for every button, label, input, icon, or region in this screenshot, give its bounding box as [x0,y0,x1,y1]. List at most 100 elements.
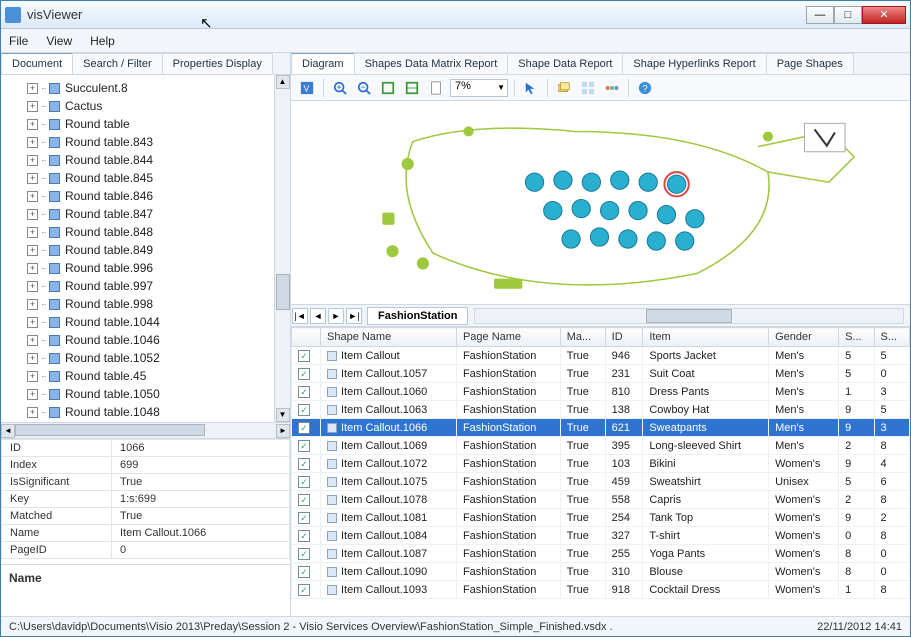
tab-shape-hyperlinks[interactable]: Shape Hyperlinks Report [622,53,766,74]
scroll-up-icon[interactable]: ▲ [276,75,290,89]
menu-view[interactable]: View [46,34,72,48]
expand-icon[interactable]: + [27,137,38,148]
tree-item[interactable]: +Round table.845 [3,169,288,187]
row-checkbox[interactable]: ✓ [298,494,310,506]
row-checkbox[interactable]: ✓ [298,458,310,470]
page-hscroll[interactable] [474,308,904,324]
tree-item[interactable]: +Round table.998 [3,295,288,313]
table-row[interactable]: ✓Item Callout.1087FashionStationTrue255Y… [292,545,910,563]
expand-icon[interactable]: + [27,245,38,256]
tree-item[interactable]: +Round table.844 [3,151,288,169]
palette-icon[interactable] [602,78,622,98]
expand-icon[interactable]: + [27,227,38,238]
row-checkbox[interactable]: ✓ [298,422,310,434]
table-row[interactable]: ✓Item Callout.1066FashionStationTrue621S… [292,419,910,437]
fit-page-icon[interactable] [378,78,398,98]
next-page-button[interactable]: ► [328,308,344,324]
tab-shapes-data-matrix[interactable]: Shapes Data Matrix Report [354,53,509,74]
tree-item[interactable]: +Round table.45 [3,367,288,385]
column-header[interactable]: S... [874,328,909,347]
row-checkbox[interactable]: ✓ [298,512,310,524]
prop-value[interactable]: True [112,474,290,491]
expand-icon[interactable]: + [27,281,38,292]
menu-help[interactable]: Help [90,34,115,48]
table-row[interactable]: ✓Item Callout.1084FashionStationTrue327T… [292,527,910,545]
close-button[interactable]: ✕ [862,6,906,24]
row-checkbox[interactable]: ✓ [298,476,310,488]
tree-item[interactable]: +Round table.1048 [3,403,288,421]
expand-icon[interactable]: + [27,353,38,364]
expand-icon[interactable]: + [27,191,38,202]
row-checkbox[interactable]: ✓ [298,440,310,452]
expand-icon[interactable]: + [27,101,38,112]
prop-value[interactable]: 1066 [112,440,290,457]
expand-icon[interactable]: + [27,119,38,130]
tab-diagram[interactable]: Diagram [291,53,355,74]
tree-item[interactable]: +Round table.997 [3,277,288,295]
table-row[interactable]: ✓Item Callout.1063FashionStationTrue138C… [292,401,910,419]
table-row[interactable]: ✓Item Callout.1069FashionStationTrue395L… [292,437,910,455]
tree-item[interactable]: +Round table.1044 [3,313,288,331]
menu-file[interactable]: File [9,34,28,48]
prop-value[interactable]: 699 [112,457,290,474]
tree-item[interactable]: +Round table.1050 [3,385,288,403]
tree-item[interactable]: +Round table.843 [3,133,288,151]
prop-value[interactable]: Item Callout.1066 [112,525,290,542]
tree-item[interactable]: +Round table.1046 [3,331,288,349]
table-row[interactable]: ✓Item Callout.1057FashionStationTrue231S… [292,365,910,383]
table-row[interactable]: ✓Item Callout.1060FashionStationTrue810D… [292,383,910,401]
zoom-in-icon[interactable] [330,78,350,98]
scroll-right-icon[interactable]: ► [276,424,290,438]
tab-search-filter[interactable]: Search / Filter [72,53,162,74]
expand-icon[interactable]: + [27,317,38,328]
row-checkbox[interactable]: ✓ [298,350,310,362]
page-icon[interactable] [426,78,446,98]
row-checkbox[interactable]: ✓ [298,404,310,416]
expand-icon[interactable]: + [27,407,38,418]
tree-item[interactable]: +Succulent.8 [3,79,288,97]
visio-icon[interactable]: V [297,78,317,98]
table-row[interactable]: ✓Item Callout.1090FashionStationTrue310B… [292,563,910,581]
column-header[interactable]: Page Name [456,328,560,347]
expand-icon[interactable]: + [27,389,38,400]
expand-icon[interactable]: + [27,371,38,382]
scroll-left-icon[interactable]: ◄ [1,424,15,438]
row-checkbox[interactable]: ✓ [298,386,310,398]
tab-properties-display[interactable]: Properties Display [162,53,273,74]
expand-icon[interactable]: + [27,335,38,346]
row-checkbox[interactable]: ✓ [298,584,310,596]
tree-vscroll[interactable]: ▲ ▼ [274,75,290,422]
expand-icon[interactable]: + [27,173,38,184]
table-row[interactable]: ✓Item Callout.1093FashionStationTrue918C… [292,581,910,599]
property-grid[interactable]: ID1066Index699IsSignificantTrueKey1:s:69… [1,438,290,564]
table-row[interactable]: ✓Item Callout.1081FashionStationTrue254T… [292,509,910,527]
help-icon[interactable]: ? [635,78,655,98]
select-icon[interactable] [521,78,541,98]
prop-value[interactable]: 1:s:699 [112,491,290,508]
column-header[interactable]: Ma... [560,328,605,347]
tree-item[interactable]: +Round table [3,115,288,133]
zoom-select[interactable]: 7%▼ [450,79,508,97]
tree-item[interactable]: +Round table.846 [3,187,288,205]
column-header[interactable]: Item [643,328,769,347]
layers-icon[interactable] [554,78,574,98]
diagram-canvas[interactable] [291,101,910,305]
tree-item[interactable]: +Round table.996 [3,259,288,277]
minimize-button[interactable]: — [806,6,834,24]
column-header[interactable]: ID [605,328,643,347]
column-header[interactable]: Gender [769,328,839,347]
zoom-out-icon[interactable] [354,78,374,98]
expand-icon[interactable]: + [27,299,38,310]
row-checkbox[interactable]: ✓ [298,566,310,578]
tree-item[interactable]: +Round table.848 [3,223,288,241]
prev-page-button[interactable]: ◄ [310,308,326,324]
expand-icon[interactable]: + [27,83,38,94]
fit-width-icon[interactable] [402,78,422,98]
tab-shape-data-report[interactable]: Shape Data Report [507,53,623,74]
table-row[interactable]: ✓Item Callout.1075FashionStationTrue459S… [292,473,910,491]
table-row[interactable]: ✓Item CalloutFashionStationTrue946Sports… [292,347,910,365]
tab-page-shapes[interactable]: Page Shapes [766,53,854,74]
tab-document[interactable]: Document [1,53,73,74]
column-header[interactable]: Shape Name [321,328,457,347]
scroll-thumb[interactable] [276,274,290,310]
